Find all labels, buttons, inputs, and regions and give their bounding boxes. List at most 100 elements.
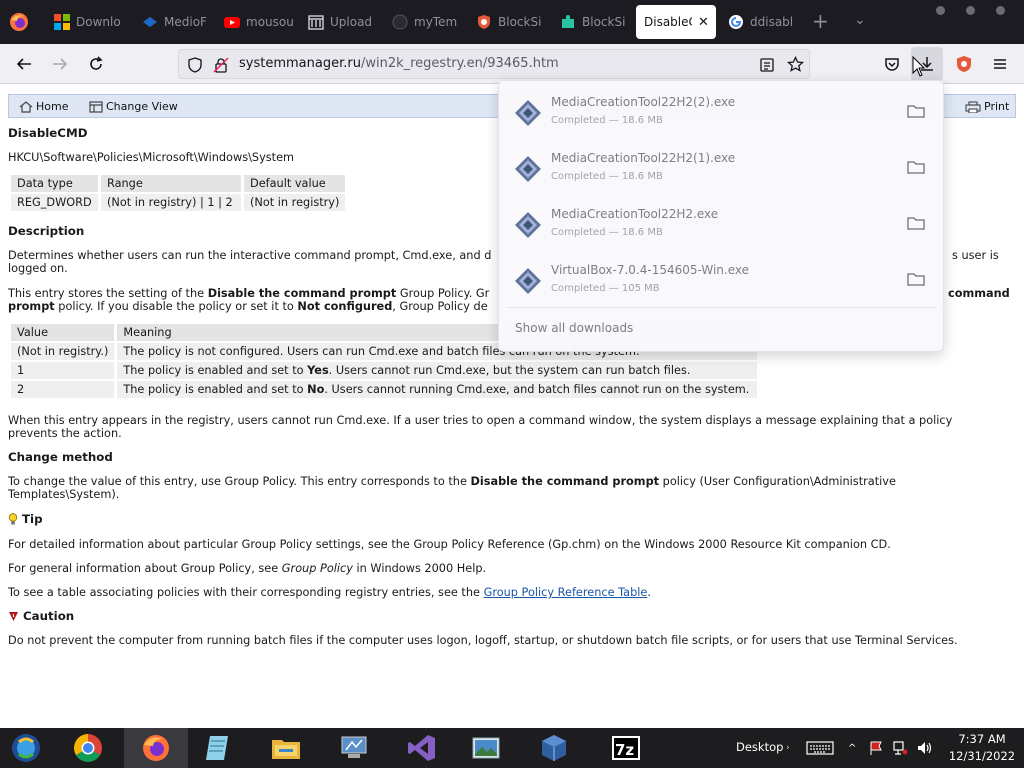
tab-downloads[interactable]: Downlo <box>54 5 134 39</box>
print-link[interactable]: Print <box>965 98 1009 115</box>
forward-button[interactable] <box>48 52 72 76</box>
virtualbox-icon <box>542 735 566 761</box>
maximize-button[interactable] <box>966 6 975 15</box>
bold-text: Yes <box>307 364 329 377</box>
tip-heading: Tip <box>8 512 43 526</box>
hamburger-icon <box>994 59 1006 69</box>
notepad-icon <box>206 736 228 760</box>
tab-youtube[interactable]: mousou <box>224 5 304 39</box>
bold-text: No <box>307 383 325 396</box>
close-tab-icon[interactable]: ✕ <box>698 15 709 30</box>
download-filename: VirtualBox-7.0.4-154605-Win.exe <box>551 263 750 277</box>
network-tray-icon[interactable] <box>892 740 908 756</box>
insecure-lock-icon[interactable] <box>213 57 229 73</box>
tab-disablecmd[interactable]: DisableCl ✕ <box>636 5 716 39</box>
firefox-menu-icon[interactable] <box>8 11 30 33</box>
taskbar-clock[interactable]: 7:37 AM 12/31/2022 <box>944 731 1020 765</box>
change-method-paragraph: To change the value of this entry, use G… <box>8 475 1003 501</box>
volume-tray-icon[interactable] <box>916 740 934 756</box>
show-all-downloads-button[interactable]: Show all downloads <box>515 321 633 335</box>
start-icon <box>12 734 40 762</box>
home-link[interactable]: Home <box>19 98 68 115</box>
download-status: Completed — 18.6 MB <box>551 171 663 182</box>
group-policy-reference-link[interactable]: Group Policy Reference Table <box>484 586 648 599</box>
header-cell: Data type <box>11 175 98 192</box>
tab-label: DisableCl <box>644 15 692 29</box>
pocket-button[interactable] <box>880 52 904 76</box>
description-heading: Description <box>8 224 85 238</box>
desktop-toolbar-label[interactable]: Desktop <box>736 740 783 754</box>
taskbar-control-panel[interactable] <box>322 728 386 768</box>
tab-label: Upload <box>330 15 373 29</box>
change-view-link[interactable]: Change View <box>89 98 178 115</box>
url-text[interactable]: systemmanager.ru/win2k_regestry.en/93465… <box>239 56 559 71</box>
tab-mediafire[interactable]: MedioF <box>142 5 222 39</box>
folder-icon[interactable] <box>907 271 925 287</box>
download-item[interactable]: MediaCreationTool22H2.exe Completed — 18… <box>507 197 937 249</box>
download-item[interactable]: VirtualBox-7.0.4-154605-Win.exe Complete… <box>507 253 937 305</box>
download-item[interactable]: MediaCreationTool22H2(1).exe Completed —… <box>507 141 937 193</box>
minimize-button[interactable] <box>936 6 945 15</box>
youtube-icon <box>224 17 240 28</box>
show-hidden-icons-icon[interactable]: ^ <box>848 740 856 756</box>
window-icon <box>89 100 103 113</box>
table-cell: REG_DWORD <box>11 194 98 211</box>
header-cell: Range <box>101 175 241 192</box>
chevron-right-icon[interactable]: › <box>786 740 790 756</box>
start-button[interactable] <box>0 728 52 768</box>
table-cell: The policy is enabled and set to Yes. Us… <box>117 362 758 379</box>
home-label: Home <box>36 100 69 113</box>
shield-icon <box>478 15 490 29</box>
tab-google[interactable]: ddisabl <box>728 5 808 39</box>
navigation-toolbar: systemmanager.ru/win2k_regestry.en/93465… <box>0 44 1024 84</box>
table-cell: 2 <box>11 381 115 398</box>
extension-button[interactable] <box>952 52 976 76</box>
taskbar-photos[interactable] <box>454 728 518 768</box>
tip-heading-label: Tip <box>22 512 43 526</box>
page-title: DisableCMD <box>8 126 88 140</box>
tab-blocksite-2[interactable]: BlockSi <box>560 5 640 39</box>
taskbar-file-explorer[interactable] <box>254 728 318 768</box>
taskbar-visual-studio[interactable] <box>390 728 454 768</box>
tip-paragraph-3: To see a table associating policies with… <box>8 586 1003 599</box>
taskbar-virtualbox[interactable] <box>522 728 586 768</box>
folder-icon[interactable] <box>907 215 925 231</box>
text-fragment: Determines whether users can run the int… <box>8 249 492 262</box>
back-button[interactable] <box>12 52 36 76</box>
new-tab-button[interactable]: + <box>812 10 829 32</box>
downloads-button[interactable] <box>911 47 943 81</box>
bold-text: prompt <box>8 300 55 313</box>
download-item[interactable]: MediaCreationTool22H2(2).exe Completed —… <box>507 85 937 137</box>
touch-keyboard-icon[interactable] <box>806 740 834 756</box>
folder-icon[interactable] <box>907 103 925 119</box>
tracking-protection-icon[interactable] <box>187 57 203 73</box>
reader-view-icon[interactable] <box>759 57 775 73</box>
reload-button[interactable] <box>84 52 108 76</box>
table-cell: The policy is enabled and set to No. Use… <box>117 381 758 398</box>
text-fragment: logged on. <box>8 262 68 275</box>
bookmark-star-icon[interactable] <box>787 56 804 73</box>
text-fragment: . Users cannot run Cmd.exe, but the syst… <box>328 364 691 377</box>
text-fragment: , Group Policy de <box>392 300 488 313</box>
download-filename: MediaCreationTool22H2(1).exe <box>551 151 736 165</box>
table-cell: (Not in registry) <box>244 194 346 211</box>
taskbar-chrome[interactable] <box>56 728 120 768</box>
text-fragment: For general information about Group Poli… <box>8 562 282 575</box>
tab-upload[interactable]: Upload <box>308 5 388 39</box>
taskbar-7zip[interactable]: 7z <box>594 728 658 768</box>
close-window-button[interactable] <box>996 6 1005 15</box>
arrow-right-icon <box>53 58 68 70</box>
download-status: Completed — 18.6 MB <box>551 227 663 238</box>
chevron-down-icon[interactable]: ⌄ <box>854 12 866 28</box>
app-menu-button[interactable] <box>988 52 1012 76</box>
tab-mytemp[interactable]: myTem <box>392 5 472 39</box>
change-method-heading: Change method <box>8 450 113 464</box>
tab-blocksite-1[interactable]: BlockSi <box>476 5 556 39</box>
taskbar-notepad[interactable] <box>186 728 250 768</box>
security-tray-icon[interactable] <box>868 740 884 756</box>
taskbar-firefox[interactable] <box>124 728 188 768</box>
url-path: /win2k_regestry.en/93465.htm <box>360 56 559 71</box>
folder-icon[interactable] <box>907 159 925 175</box>
url-bar[interactable]: systemmanager.ru/win2k_regestry.en/93465… <box>178 49 810 79</box>
tip-paragraph-2: For general information about Group Poli… <box>8 562 1003 575</box>
